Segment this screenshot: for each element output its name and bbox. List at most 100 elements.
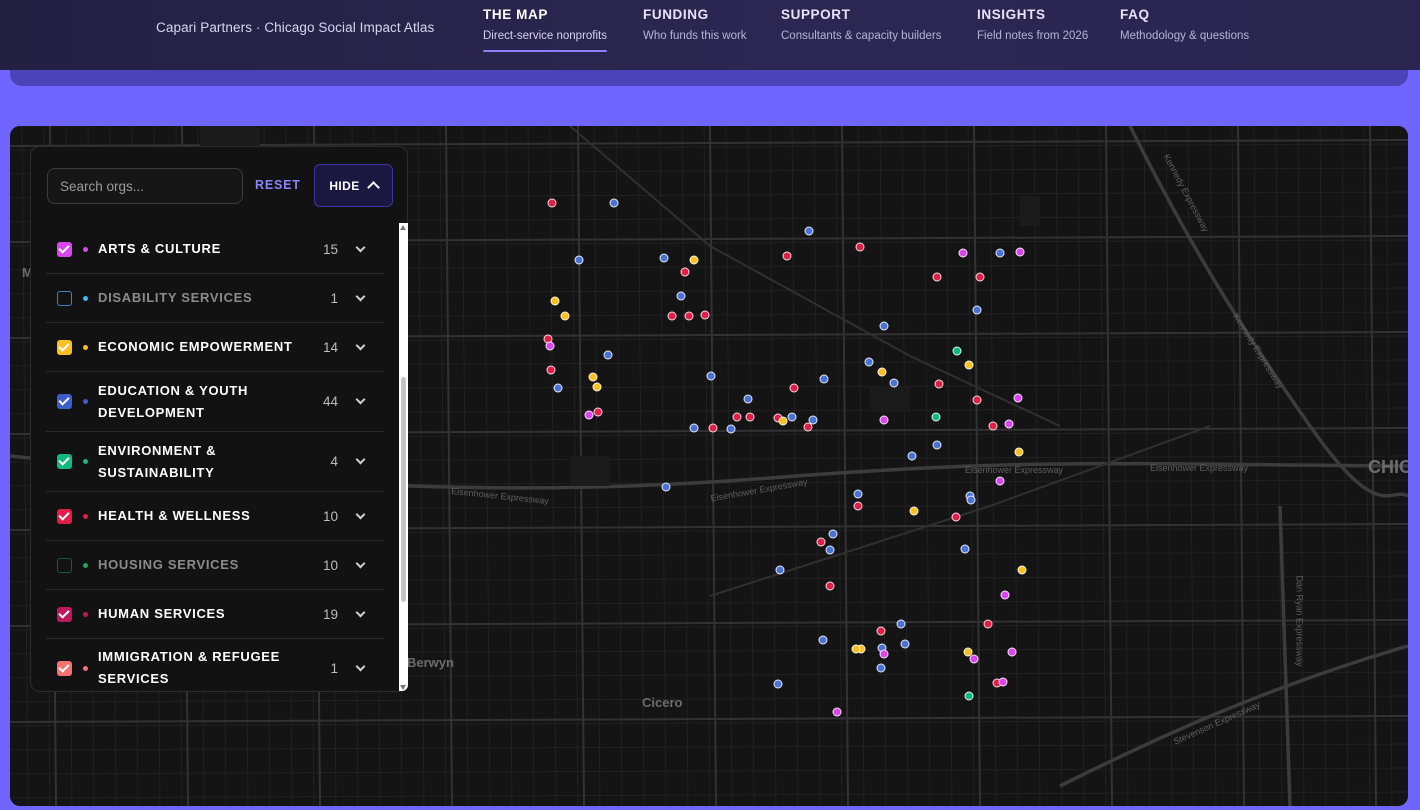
org-marker-health[interactable] [745, 412, 755, 422]
chevron-down-icon[interactable] [355, 509, 366, 519]
org-marker-health[interactable] [700, 310, 710, 320]
org-marker-econ[interactable] [689, 255, 699, 265]
search-input[interactable] [47, 168, 243, 204]
org-marker-edu[interactable] [972, 305, 982, 315]
org-marker-edu[interactable] [828, 529, 838, 539]
org-marker-edu[interactable] [743, 394, 753, 404]
org-marker-edu[interactable] [896, 619, 906, 629]
org-marker-health[interactable] [951, 512, 961, 522]
scrollbar-thumb[interactable] [401, 377, 406, 602]
org-marker-arts[interactable] [879, 649, 889, 659]
org-marker-health[interactable] [546, 365, 556, 375]
nav-insights[interactable]: INSIGHTS Field notes from 2026 [977, 7, 1088, 42]
chevron-down-icon[interactable] [355, 558, 366, 568]
org-marker-arts[interactable] [1000, 590, 1010, 600]
chevron-down-icon[interactable] [355, 394, 366, 405]
hide-panel-button[interactable]: HIDE [314, 164, 393, 207]
org-marker-edu[interactable] [864, 357, 874, 367]
category-checkbox[interactable] [57, 241, 72, 257]
category-checkbox[interactable] [57, 660, 72, 676]
category-checkbox[interactable] [57, 606, 72, 622]
org-marker-edu[interactable] [932, 440, 942, 450]
org-marker-env[interactable] [952, 346, 962, 356]
org-marker-health[interactable] [825, 581, 835, 591]
org-marker-econ[interactable] [550, 296, 560, 306]
org-marker-arts[interactable] [1007, 647, 1017, 657]
nav-support[interactable]: SUPPORT Consultants & capacity builders [781, 7, 941, 42]
chevron-down-icon[interactable] [355, 242, 366, 252]
org-marker-arts[interactable] [998, 677, 1008, 687]
org-marker-env[interactable] [964, 691, 974, 701]
nav-funding[interactable]: FUNDING Who funds this work [643, 7, 747, 42]
org-marker-arts[interactable] [969, 654, 979, 664]
org-marker-edu[interactable] [773, 679, 783, 689]
org-marker-edu[interactable] [659, 253, 669, 263]
org-marker-health[interactable] [876, 626, 886, 636]
org-marker-edu[interactable] [818, 635, 828, 645]
org-marker-edu[interactable] [726, 424, 736, 434]
org-marker-edu[interactable] [876, 663, 886, 673]
category-checkbox[interactable] [57, 339, 72, 355]
org-marker-arts[interactable] [1013, 393, 1023, 403]
chevron-down-icon[interactable] [355, 607, 366, 617]
org-marker-health[interactable] [983, 619, 993, 629]
org-marker-edu[interactable] [879, 321, 889, 331]
org-marker-econ[interactable] [1014, 447, 1024, 457]
scroll-down-icon[interactable] [400, 685, 406, 690]
org-marker-edu[interactable] [775, 565, 785, 575]
org-marker-health[interactable] [782, 251, 792, 261]
org-marker-arts[interactable] [958, 248, 968, 258]
org-marker-health[interactable] [684, 311, 694, 321]
org-marker-arts[interactable] [584, 410, 594, 420]
org-marker-health[interactable] [803, 422, 813, 432]
org-marker-edu[interactable] [661, 482, 671, 492]
chevron-down-icon[interactable] [355, 340, 366, 350]
org-marker-econ[interactable] [778, 416, 788, 426]
chevron-down-icon[interactable] [355, 454, 366, 465]
org-marker-edu[interactable] [900, 639, 910, 649]
org-marker-arts[interactable] [1015, 247, 1025, 257]
org-marker-edu[interactable] [706, 371, 716, 381]
org-marker-edu[interactable] [819, 374, 829, 384]
org-marker-arts[interactable] [1004, 419, 1014, 429]
org-marker-econ[interactable] [1017, 565, 1027, 575]
org-marker-edu[interactable] [689, 423, 699, 433]
org-marker-arts[interactable] [832, 707, 842, 717]
org-marker-econ[interactable] [851, 644, 861, 654]
org-marker-edu[interactable] [804, 226, 814, 236]
org-marker-env[interactable] [931, 412, 941, 422]
org-marker-econ[interactable] [560, 311, 570, 321]
org-marker-econ[interactable] [592, 382, 602, 392]
category-checkbox[interactable] [57, 557, 72, 573]
org-marker-edu[interactable] [825, 545, 835, 555]
org-marker-edu[interactable] [966, 495, 976, 505]
chevron-down-icon[interactable] [355, 661, 366, 671]
org-marker-health[interactable] [732, 412, 742, 422]
org-marker-health[interactable] [988, 421, 998, 431]
org-marker-edu[interactable] [889, 378, 899, 388]
org-marker-econ[interactable] [588, 372, 598, 382]
org-marker-edu[interactable] [574, 255, 584, 265]
org-marker-health[interactable] [853, 501, 863, 511]
org-marker-econ[interactable] [963, 647, 973, 657]
brand-title[interactable]: Capari Partners · Chicago Social Impact … [156, 20, 434, 35]
org-marker-edu[interactable] [553, 383, 563, 393]
org-marker-health[interactable] [667, 311, 677, 321]
reset-button[interactable]: RESET [255, 178, 301, 192]
org-marker-econ[interactable] [909, 506, 919, 516]
org-marker-arts[interactable] [995, 476, 1005, 486]
org-marker-arts[interactable] [545, 341, 555, 351]
org-marker-health[interactable] [547, 198, 557, 208]
org-marker-health[interactable] [789, 383, 799, 393]
org-marker-arts[interactable] [879, 415, 889, 425]
org-marker-edu[interactable] [853, 489, 863, 499]
org-marker-health[interactable] [855, 242, 865, 252]
org-marker-edu[interactable] [787, 412, 797, 422]
org-marker-econ[interactable] [877, 367, 887, 377]
category-checkbox[interactable] [57, 454, 72, 469]
org-marker-edu[interactable] [907, 451, 917, 461]
category-checkbox[interactable] [57, 290, 72, 306]
org-marker-edu[interactable] [676, 291, 686, 301]
scroll-up-icon[interactable] [400, 225, 406, 230]
org-marker-health[interactable] [972, 395, 982, 405]
